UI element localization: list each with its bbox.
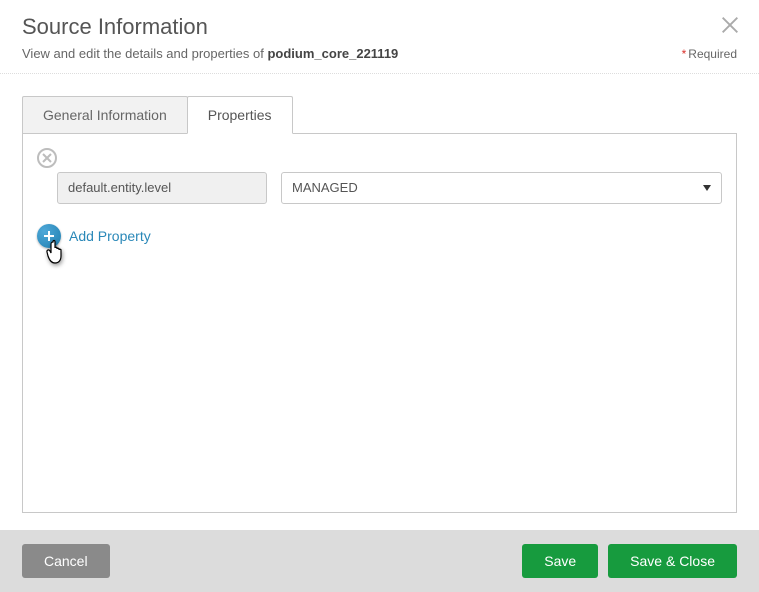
save-and-close-button[interactable]: Save & Close	[608, 544, 737, 578]
close-icon[interactable]	[719, 14, 741, 36]
dialog-footer: Cancel Save Save & Close	[0, 530, 759, 592]
dialog-body: General Information Properties default.e…	[0, 74, 759, 530]
tab-bar: General Information Properties	[22, 96, 737, 134]
source-information-dialog: Source Information View and edit the det…	[0, 0, 759, 592]
tab-properties[interactable]: Properties	[187, 96, 293, 134]
property-row: default.entity.level MANAGED	[37, 172, 722, 204]
dialog-title: Source Information	[22, 14, 737, 40]
tab-label: Properties	[208, 107, 272, 123]
close-icon	[42, 153, 52, 163]
required-star-icon: *	[682, 47, 687, 61]
property-value-select[interactable]: MANAGED	[281, 172, 722, 204]
subtitle-entity-name: podium_core_221119	[267, 46, 398, 61]
property-value-label: MANAGED	[292, 180, 358, 195]
tab-label: General Information	[43, 107, 167, 123]
add-property-button[interactable]: Add Property	[37, 224, 151, 248]
required-indicator: *Required	[682, 47, 737, 61]
cancel-button[interactable]: Cancel	[22, 544, 110, 578]
plus-icon	[37, 224, 61, 248]
add-property-label: Add Property	[69, 228, 151, 244]
tab-general-information[interactable]: General Information	[22, 96, 188, 134]
subtitle-prefix: View and edit the details and properties…	[22, 46, 267, 61]
chevron-down-icon	[703, 185, 711, 191]
remove-property-button[interactable]	[37, 148, 57, 168]
dialog-header: Source Information View and edit the det…	[0, 0, 759, 74]
dialog-subtitle: View and edit the details and properties…	[22, 46, 737, 61]
save-button[interactable]: Save	[522, 544, 598, 578]
property-key-input[interactable]: default.entity.level	[57, 172, 267, 204]
properties-panel: default.entity.level MANAGED Add Propert…	[22, 133, 737, 513]
footer-right-group: Save Save & Close	[522, 544, 737, 578]
required-label: Required	[688, 47, 737, 61]
